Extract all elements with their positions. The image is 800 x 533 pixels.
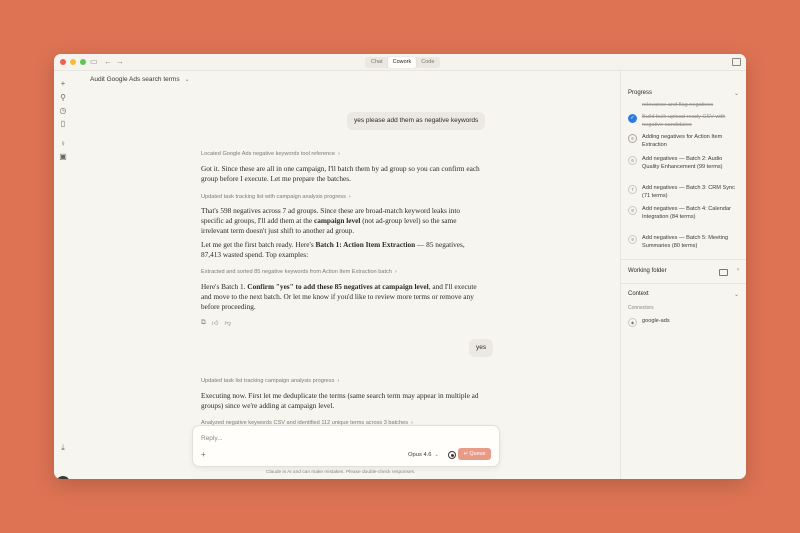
- minimize-window-button[interactable]: [70, 59, 76, 65]
- context-title: Context: [628, 291, 649, 297]
- record-icon[interactable]: [448, 451, 456, 459]
- tool-action[interactable]: Extracted and sorted 85 negative keyword…: [201, 269, 397, 275]
- message-actions: ⧉ 👍︎ 👎︎: [201, 319, 231, 327]
- queue-button[interactable]: ↵ Queue: [458, 448, 491, 460]
- assistant-paragraph: Here's Batch 1. Confirm "yes" to add the…: [201, 282, 483, 312]
- connector-label: google-ads: [642, 318, 670, 324]
- check-icon: ✓: [628, 114, 637, 123]
- working-folder-title[interactable]: Working folder: [628, 268, 667, 274]
- briefcase-icon[interactable]: ▣: [58, 152, 68, 162]
- search-icon[interactable]: ⚲: [58, 93, 68, 103]
- step-number: 6: [628, 134, 637, 143]
- tool-action[interactable]: Updated task tracking list with campaign…: [201, 194, 351, 200]
- app-window: ▭ ← → Chat Cowork Code + ⚲ ◷ ▯ ♀ ▣ ⤓ AL …: [54, 54, 746, 479]
- download-icon[interactable]: ⤓: [58, 443, 68, 453]
- connectors-label: Connectors: [628, 305, 654, 311]
- progress-title: Progress: [628, 90, 653, 96]
- step-label: relevance and flag negatives: [642, 102, 714, 108]
- divider: [621, 259, 746, 260]
- chevron-down-icon[interactable]: ⌄: [734, 90, 739, 97]
- step-label: Add negatives — Batch 5: Meeting Summari…: [642, 235, 729, 249]
- step-number: 9: [628, 235, 637, 244]
- assistant-paragraph: Executing now. First let me deduplicate …: [201, 391, 479, 410]
- bold-text: Confirm "yes" to add these 85 negatives …: [247, 282, 429, 291]
- chat-title-text: Audit Google Ads search terms: [90, 76, 180, 83]
- tab-code[interactable]: Code: [416, 57, 439, 68]
- model-selector[interactable]: Opus 4.6 ⌄: [408, 452, 439, 458]
- assistant-paragraph: Let me get the first batch ready. Here's…: [201, 240, 483, 260]
- chevron-right-icon: ›: [338, 151, 340, 157]
- left-rail: + ⚲ ◷ ▯ ♀ ▣ ⤓ AL: [54, 71, 72, 479]
- chevron-right-icon[interactable]: ›: [737, 267, 739, 273]
- right-panel: Progress ⌄ relevance and flag negatives …: [620, 71, 746, 479]
- step-label: Add negatives — Batch 2: Audio Quality E…: [642, 156, 723, 170]
- file-icon[interactable]: ▯: [58, 119, 68, 129]
- right-panel-toggle-icon[interactable]: [732, 58, 741, 66]
- thumbs-down-icon[interactable]: 👎︎: [224, 319, 231, 327]
- chevron-right-icon: ›: [337, 378, 340, 384]
- clock-icon[interactable]: ◷: [58, 106, 68, 116]
- chat-title[interactable]: Audit Google Ads search terms ⌄: [90, 76, 190, 83]
- back-arrow-icon[interactable]: ←: [104, 57, 112, 67]
- lightbulb-icon[interactable]: ♀: [58, 139, 68, 149]
- step-number: 7: [628, 185, 637, 194]
- text-run: Let me get the first batch ready. Here's: [201, 240, 316, 249]
- divider: [621, 283, 746, 284]
- sidebar-icon[interactable]: ▭: [90, 57, 98, 67]
- step-number: 6: [628, 156, 637, 165]
- tool-action[interactable]: Updated task list tracking campaign anal…: [201, 378, 339, 384]
- copy-icon[interactable]: ⧉: [201, 319, 206, 327]
- folder-icon[interactable]: [719, 269, 728, 276]
- attach-plus-icon[interactable]: +: [201, 450, 206, 459]
- tool-action-label: Updated task list tracking campaign anal…: [201, 378, 335, 384]
- chevron-down-icon[interactable]: ⌄: [734, 291, 739, 298]
- plus-icon[interactable]: +: [58, 79, 68, 89]
- user-message: yes please add them as negative keywords: [347, 112, 486, 130]
- connector-icon: ◆: [628, 318, 637, 327]
- model-name: Opus 4.6: [408, 452, 432, 458]
- mode-tabs: Chat Cowork Code: [365, 57, 441, 68]
- maximize-window-button[interactable]: [80, 59, 86, 65]
- reply-input[interactable]: Reply...: [201, 435, 223, 442]
- text-run: Here's Batch 1.: [201, 282, 248, 291]
- assistant-paragraph: That's 598 negatives across 7 ad groups.…: [201, 206, 483, 236]
- chevron-down-icon: ⌄: [184, 77, 190, 83]
- thumbs-up-icon[interactable]: 👍︎: [212, 319, 219, 327]
- avatar[interactable]: AL: [56, 476, 70, 479]
- chevron-right-icon: ›: [394, 269, 397, 275]
- close-window-button[interactable]: [60, 59, 66, 65]
- forward-arrow-icon[interactable]: →: [116, 57, 124, 67]
- tool-action-label: Extracted and sorted 85 negative keyword…: [201, 269, 392, 275]
- tool-action-label: Updated task tracking list with campaign…: [201, 194, 346, 200]
- step-label: Adding negatives for Action Item Extract…: [642, 134, 723, 148]
- bold-text: campaign level: [313, 216, 361, 225]
- tool-action[interactable]: Located Google Ads negative keywords too…: [201, 151, 340, 157]
- tool-action-label: Located Google Ads negative keywords too…: [201, 151, 336, 157]
- bold-text: Batch 1: Action Item Extraction: [315, 240, 416, 249]
- step-number: 8: [628, 206, 637, 215]
- chevron-right-icon: ›: [348, 194, 351, 200]
- message-composer: Reply... + Opus 4.6 ⌄ ↵ Queue: [192, 425, 500, 467]
- chevron-down-icon: ⌄: [434, 452, 439, 458]
- user-message: yes: [469, 339, 494, 357]
- disclaimer: Claude is AI and can make mistakes. Plea…: [266, 470, 416, 475]
- assistant-paragraph: Got it. Since these are all in one campa…: [201, 164, 480, 183]
- title-bar: ▭ ← → Chat Cowork Code: [54, 54, 746, 71]
- queue-label: Queue: [469, 451, 486, 457]
- tab-chat[interactable]: Chat: [366, 57, 388, 68]
- step-label: Add negatives — Batch 4: Calendar Integr…: [642, 206, 731, 220]
- step-label: Add negatives — Batch 3: CRM Sync (71 te…: [642, 185, 735, 199]
- step-label: Build bulk-upload-ready CSV with negativ…: [642, 114, 726, 128]
- tab-cowork[interactable]: Cowork: [387, 57, 417, 68]
